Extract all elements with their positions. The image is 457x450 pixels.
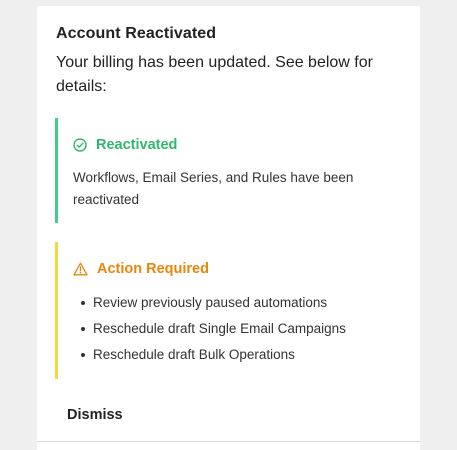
check-circle-icon [73, 138, 96, 152]
list-item: Review previously paused automations [73, 290, 346, 316]
action-required-callout: Action Required Review previously paused… [55, 242, 420, 379]
action-required-list: Review previously paused automations Res… [73, 290, 346, 368]
account-reactivated-dialog: Account Reactivated Your billing has bee… [37, 6, 420, 450]
dialog-message: Your billing has been updated. See below… [56, 54, 373, 95]
reactivated-body: Workflows, Email Series, and Rules have … [73, 170, 354, 207]
dialog-title: Account Reactivated [56, 25, 217, 42]
footer-divider [37, 441, 420, 442]
action-required-header: Action Required [73, 260, 209, 278]
list-item: Reschedule draft Bulk Operations [73, 342, 346, 368]
reactivated-header: Reactivated [73, 136, 177, 154]
dismiss-button[interactable]: Dismiss [67, 406, 123, 424]
action-required-heading: Action Required [97, 261, 209, 277]
list-item: Reschedule draft Single Email Campaigns [73, 316, 346, 342]
reactivated-heading: Reactivated [96, 137, 178, 153]
warning-triangle-icon [73, 262, 97, 276]
reactivated-callout: Reactivated Workflows, Email Series, and… [55, 118, 420, 223]
